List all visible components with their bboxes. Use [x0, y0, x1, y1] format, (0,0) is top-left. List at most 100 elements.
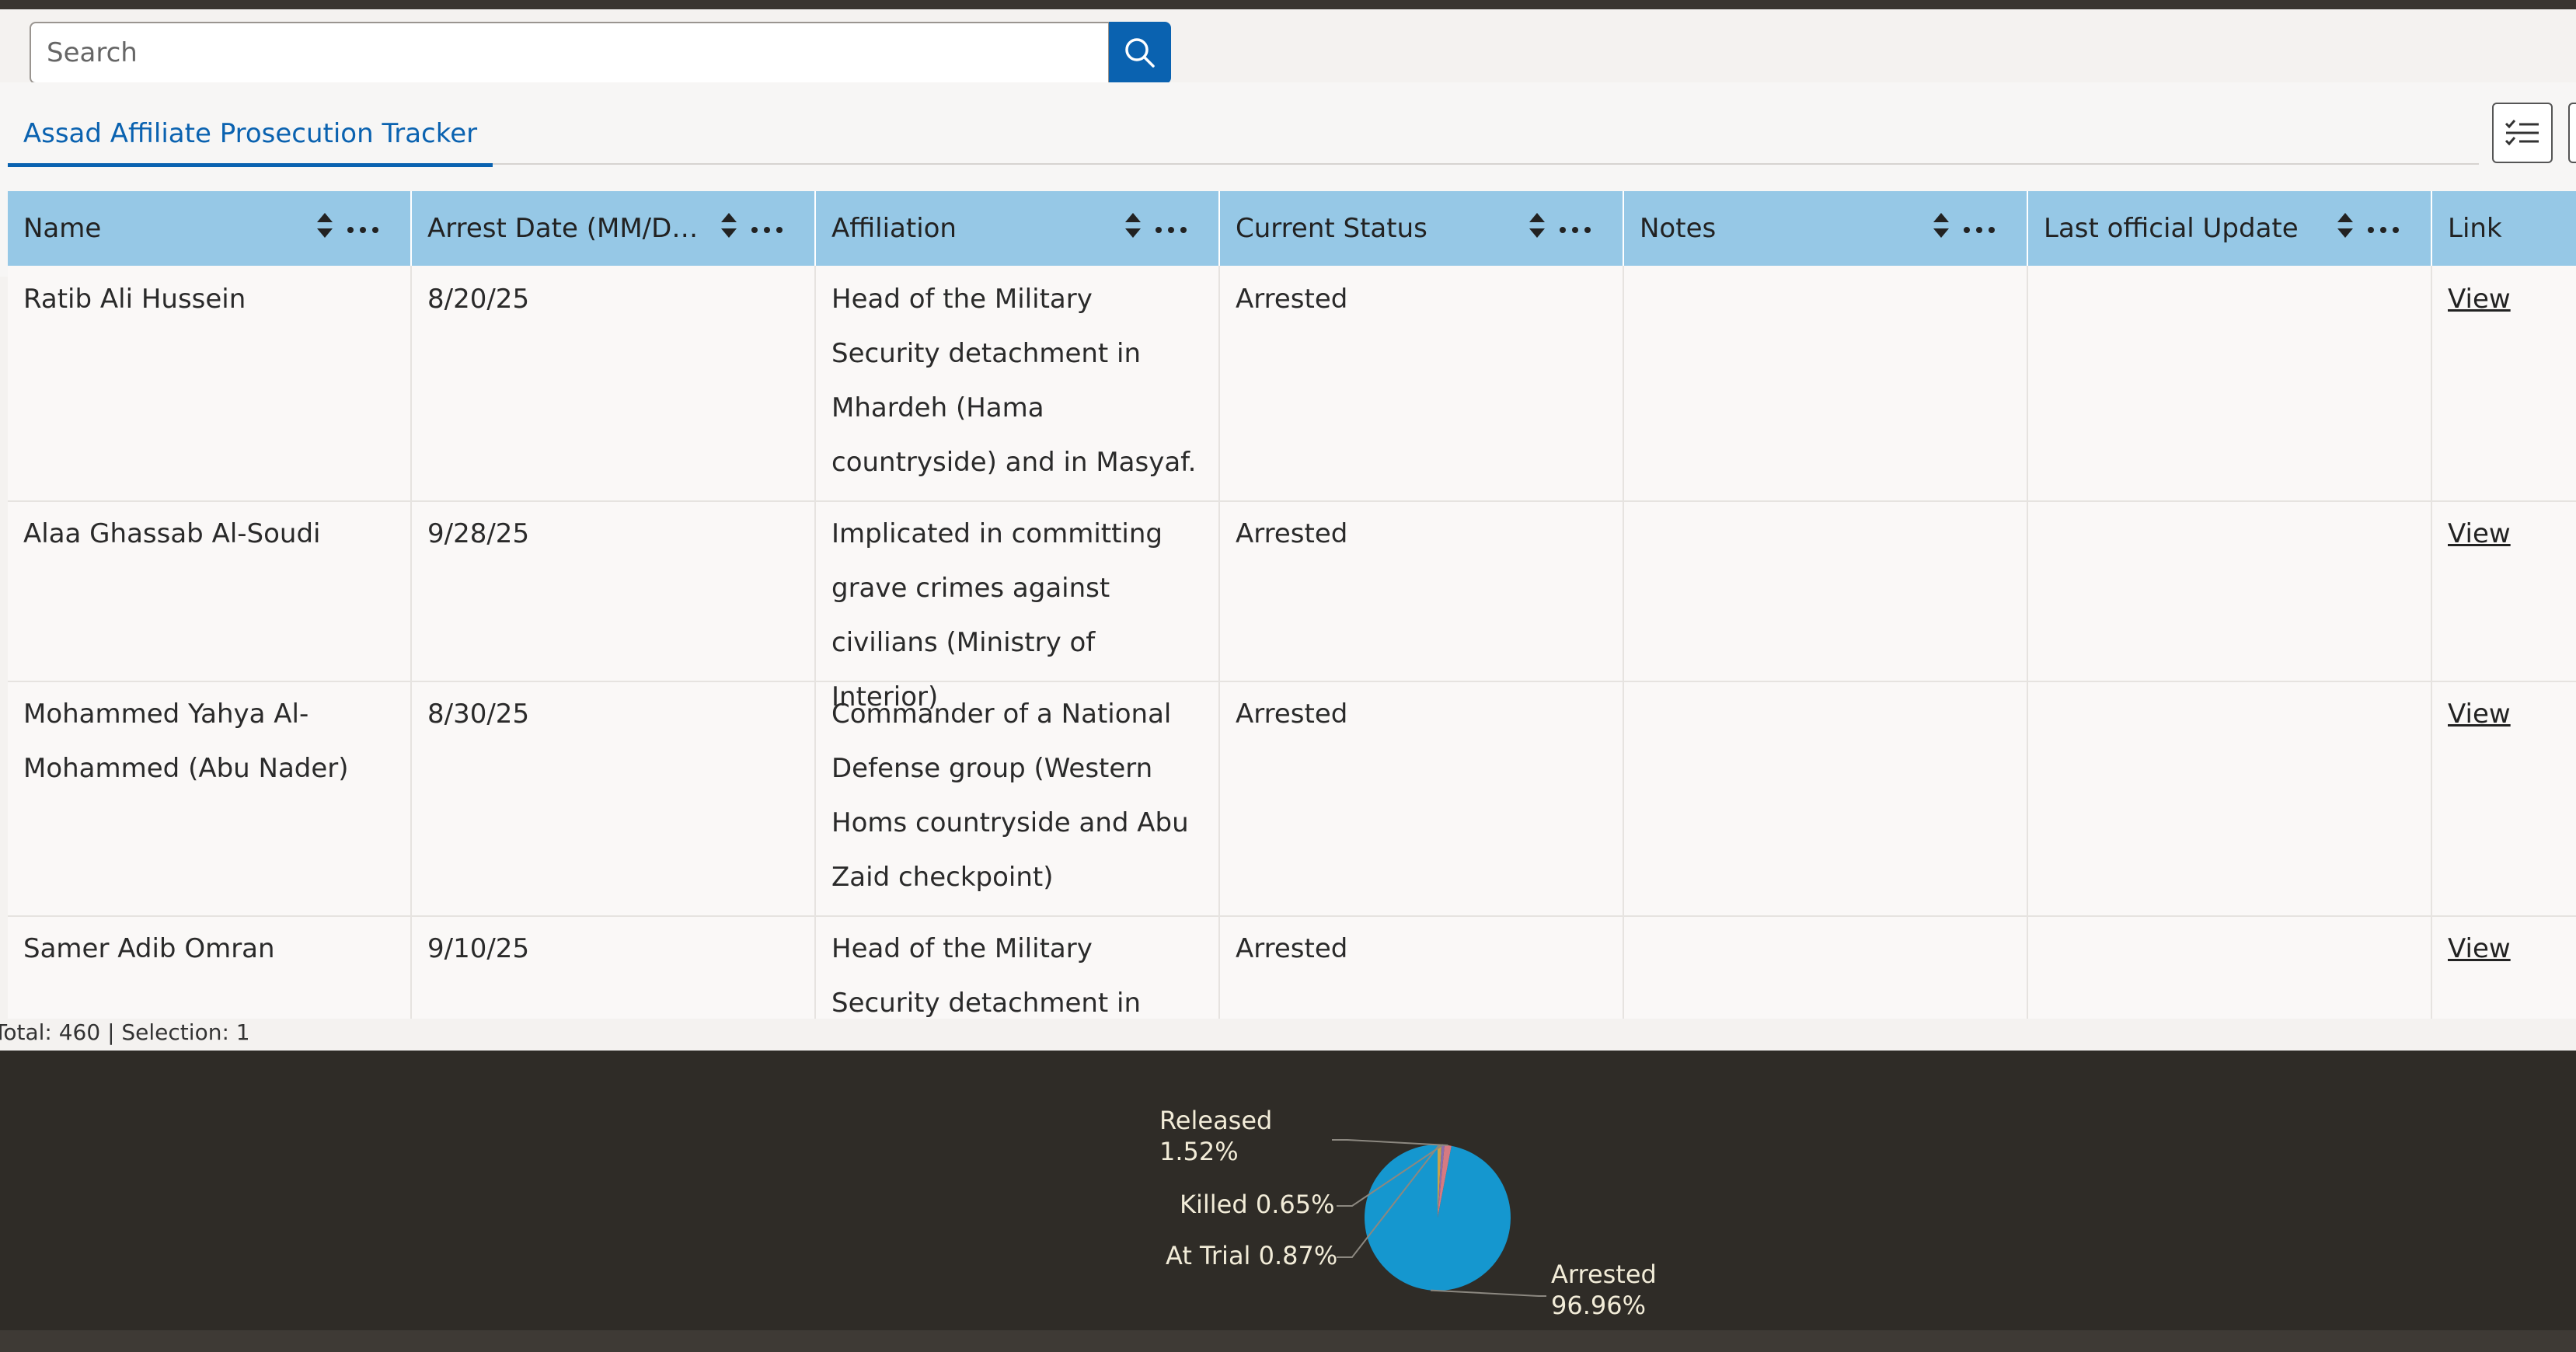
view-link[interactable]: View: [2448, 933, 2511, 964]
slice-label: Killed: [1180, 1190, 1248, 1219]
column-header-notes[interactable]: Notes: [1624, 191, 2028, 266]
slice-label: Released: [1159, 1106, 1273, 1135]
menu-button[interactable]: [2568, 103, 2576, 163]
leader-line-released: [1332, 1139, 1448, 1146]
cell-text: 9/10/25: [427, 933, 530, 964]
column-header-link[interactable]: Link: [2432, 191, 2576, 266]
sort-icon[interactable]: [315, 210, 334, 241]
cell-text: Mohammed Yahya Al-Mohammed (Abu Nader): [23, 699, 349, 784]
tab-tracker[interactable]: Assad Affiliate Prosecution Tracker: [8, 104, 493, 167]
cell-name: Mohammed Yahya Al-Mohammed (Abu Nader): [8, 681, 412, 915]
cell-arrest-date: 8/20/25: [412, 266, 816, 500]
cell-text: Alaa Ghassab Al-Soudi: [23, 518, 321, 549]
cell-notes: [1624, 500, 2028, 681]
slice-value: 96.96%: [1551, 1291, 1647, 1320]
view-link[interactable]: View: [2448, 518, 2511, 549]
cell-text: Arrested: [1236, 933, 1348, 964]
sort-icon[interactable]: [1528, 210, 1546, 241]
cell-text: Head of the Military Security detachment…: [831, 284, 1197, 478]
search-icon: [1125, 38, 1155, 68]
view-link[interactable]: View: [2448, 284, 2511, 315]
column-label: Arrest Date (MM/D…: [427, 213, 699, 244]
data-table: Name Arrest Date (MM/D… Affiliation Curr…: [8, 191, 2576, 1019]
cell-last-update: [2028, 500, 2432, 681]
status-chart-panel: Released 1.52% Killed 0.65% At Trial 0.87…: [0, 1051, 2576, 1330]
view-link[interactable]: View: [2448, 699, 2511, 730]
cell-notes: [1624, 681, 2028, 915]
sort-icon[interactable]: [2336, 210, 2355, 241]
cell-arrest-date: 9/10/25: [412, 915, 816, 1019]
cell-last-update: [2028, 266, 2432, 500]
cell-status: Arrested: [1220, 681, 1624, 915]
slice-value: 0.87%: [1258, 1241, 1338, 1270]
slice-value: 0.65%: [1255, 1190, 1335, 1219]
cell-link: View: [2432, 915, 2576, 1019]
column-label: Link: [2448, 213, 2502, 244]
column-header-current-status[interactable]: Current Status: [1220, 191, 1624, 266]
cell-notes: [1624, 915, 2028, 1019]
search-button[interactable]: [1109, 22, 1171, 84]
sort-icon[interactable]: [1932, 210, 1950, 241]
cell-text: 8/20/25: [427, 284, 530, 315]
cell-text: Head of the Military Security detachment…: [831, 933, 1142, 1019]
cell-affiliation: Head of the Military Security detachment…: [816, 266, 1220, 500]
cell-text: Commander of a National Defense group (W…: [831, 699, 1189, 893]
cell-text: Arrested: [1236, 284, 1348, 315]
more-options-icon[interactable]: [749, 213, 785, 241]
sort-icon[interactable]: [720, 210, 738, 241]
pie-label-released: Released 1.52%: [1159, 1105, 1272, 1167]
cell-affiliation: Implicated in committing grave crimes ag…: [816, 500, 1220, 713]
cell-affiliation: Commander of a National Defense group (W…: [816, 681, 1220, 915]
column-toggle-button[interactable]: [2492, 103, 2553, 163]
cell-text: Ratib Ali Hussein: [23, 284, 246, 315]
checklist-icon: [2505, 120, 2539, 146]
column-label: Last official Update: [2044, 213, 2299, 244]
column-header-affiliation[interactable]: Affiliation: [816, 191, 1220, 266]
cell-name: Samer Adib Omran: [8, 915, 412, 1019]
table-footer-summary: Total: 460 | Selection: 1: [0, 1019, 250, 1045]
more-options-icon[interactable]: [2365, 213, 2401, 241]
search-input[interactable]: [30, 22, 1110, 84]
more-options-icon[interactable]: [1153, 213, 1189, 241]
column-label: Notes: [1640, 213, 1717, 244]
column-header-name[interactable]: Name: [8, 191, 412, 266]
cell-text: 8/30/25: [427, 699, 530, 730]
cell-status: Arrested: [1220, 266, 1624, 500]
more-options-icon[interactable]: [1961, 213, 1997, 241]
column-header-last-update[interactable]: Last official Update: [2028, 191, 2432, 266]
cell-last-update: [2028, 681, 2432, 915]
cell-status: Arrested: [1220, 500, 1624, 681]
cell-arrest-date: 9/28/25: [412, 500, 816, 681]
cell-arrest-date: 8/30/25: [412, 681, 816, 915]
more-options-icon[interactable]: [345, 213, 381, 241]
cell-link: View: [2432, 500, 2576, 681]
cell-text: Samer Adib Omran: [23, 933, 275, 964]
column-label: Affiliation: [831, 213, 957, 244]
slice-label: Arrested: [1551, 1260, 1657, 1289]
table-row[interactable]: Ratib Ali Hussein 8/20/25 Head of the Mi…: [8, 266, 2576, 502]
column-header-arrest-date[interactable]: Arrest Date (MM/D…: [412, 191, 816, 266]
cell-text: Arrested: [1236, 518, 1348, 549]
pie-label-at-trial: At Trial 0.87%: [1166, 1240, 1337, 1271]
slice-value: 1.52%: [1159, 1137, 1239, 1166]
more-options-icon[interactable]: [1557, 213, 1593, 241]
table-row[interactable]: Samer Adib Omran 9/10/25 Head of the Mil…: [8, 915, 2576, 1019]
tab-label: Assad Affiliate Prosecution Tracker: [23, 118, 478, 149]
cell-link: View: [2432, 266, 2576, 500]
cell-last-update: [2028, 915, 2432, 1019]
column-label: Name: [23, 213, 102, 244]
pie-label-arrested: Arrested 96.96%: [1551, 1259, 1657, 1321]
cell-text: Arrested: [1236, 699, 1348, 730]
table-row[interactable]: Mohammed Yahya Al-Mohammed (Abu Nader) 8…: [8, 681, 2576, 917]
bottom-strip: [0, 1330, 2576, 1352]
cell-notes: [1624, 266, 2028, 500]
table-row[interactable]: Alaa Ghassab Al-Soudi 9/28/25 Implicated…: [8, 500, 2576, 713]
pie-label-killed: Killed 0.65%: [1180, 1189, 1334, 1220]
cell-affiliation: Head of the Military Security detachment…: [816, 915, 1220, 1019]
top-strip: [0, 0, 2576, 9]
leader-line-arrested: [1430, 1289, 1546, 1297]
slice-label: At Trial: [1166, 1241, 1251, 1270]
column-label: Current Status: [1236, 213, 1427, 244]
cell-name: Ratib Ali Hussein: [8, 266, 412, 500]
sort-icon[interactable]: [1124, 210, 1142, 241]
